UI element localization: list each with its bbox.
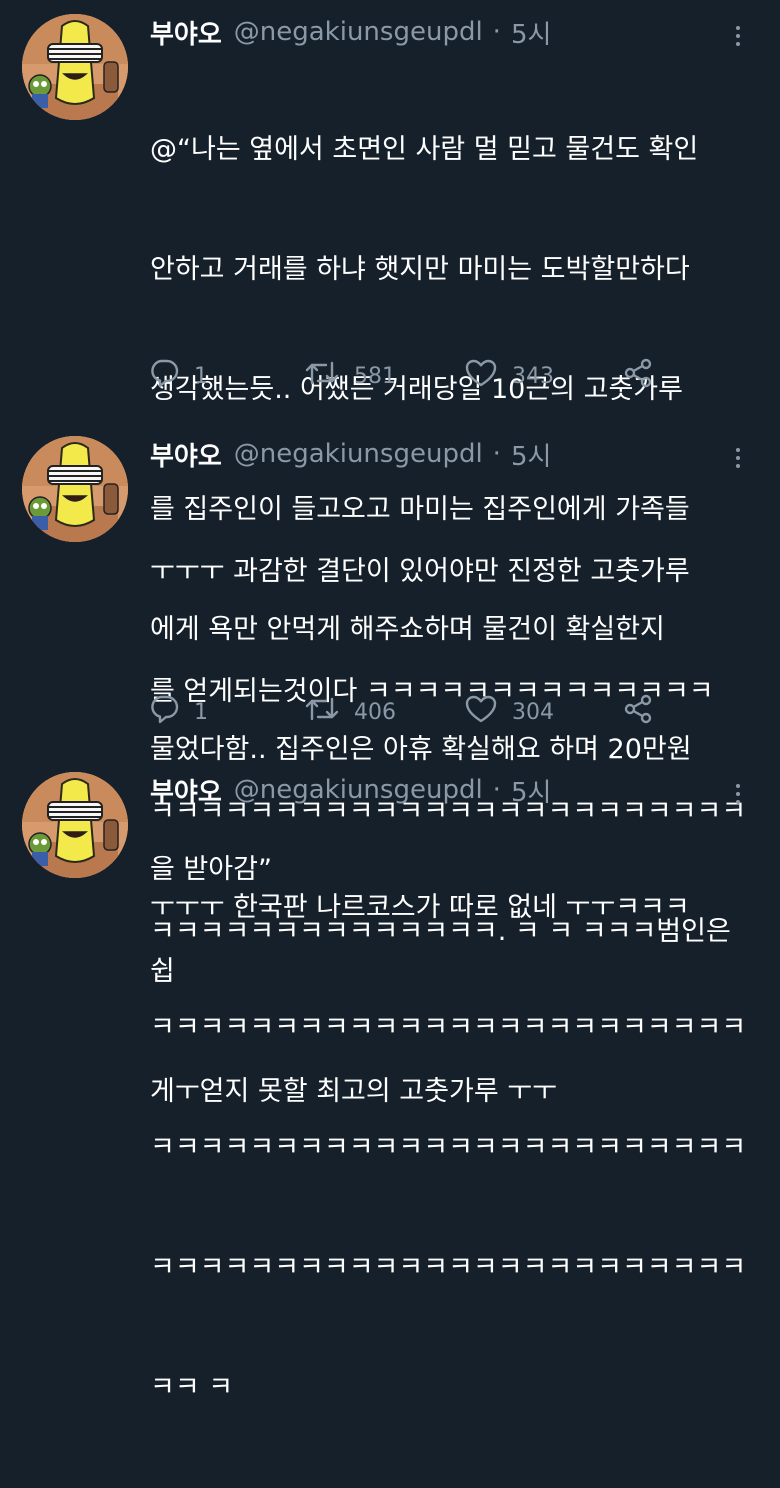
tweet-text-line: 안하고 거래를 하냐 햇지만 마미는 도박할만하다: [150, 254, 690, 285]
retweet-count: 406: [354, 699, 396, 725]
like-icon: [464, 693, 512, 731]
tweet-text-line: ㅜㅜㅜ 과감한 결단이 있어야만 진정한 고춧가루: [150, 556, 690, 587]
tweet-header: 부야오 @negakiunsgeupdl · 5시: [150, 10, 551, 54]
display-name[interactable]: 부야오: [150, 436, 222, 473]
share-button[interactable]: [622, 356, 668, 396]
like-count: 304: [512, 699, 554, 725]
retweet-count: 581: [354, 363, 396, 389]
retweet-button[interactable]: 581: [304, 356, 396, 396]
display-name[interactable]: 부야오: [150, 772, 222, 809]
tweet-text-line: ㅋㅋㅋㅋㅋㅋㅋㅋㅋㅋㅋㅋㅋㅋㅋㅋㅋㅋㅋㅋㅋㅋㅋㅋ: [150, 1252, 747, 1283]
share-button[interactable]: [622, 692, 668, 732]
separator-dot: ·: [492, 17, 501, 47]
avatar[interactable]: [22, 14, 128, 120]
tweet-text: ㅜㅜㅜ 한국판 나르코스가 따로 없네 ㅜㅜㅋㅋㅋ ㅋㅋㅋㅋㅋㅋㅋㅋㅋㅋㅋㅋㅋㅋ…: [150, 808, 760, 1488]
like-icon: [464, 357, 512, 395]
reply-count: 1: [194, 699, 208, 725]
more-icon[interactable]: [720, 440, 756, 476]
reply-icon: [148, 357, 194, 395]
timestamp[interactable]: 5시: [511, 14, 551, 51]
like-count: 343: [512, 363, 554, 389]
tweet-text-line: ㅋㅋㅋㅋㅋㅋㅋㅋㅋㅋㅋㅋㅋㅋㅋㅋㅋㅋㅋㅋㅋㅋㅋㅋ: [150, 1132, 747, 1163]
tweet-text-line: ㅜㅜㅜ 한국판 나르코스가 따로 없네 ㅜㅜㅋㅋㅋ: [150, 892, 690, 923]
share-icon: [622, 357, 668, 395]
avatar[interactable]: [22, 772, 128, 878]
action-bar: 1 406 304: [148, 692, 668, 732]
reply-button[interactable]: 1: [148, 356, 208, 396]
timestamp[interactable]: 5시: [511, 436, 551, 473]
tweet-text-line: ㅋㅋㅋㅋㅋㅋㅋㅋㅋㅋㅋㅋㅋㅋㅋㅋㅋㅋㅋㅋㅋㅋㅋㅋ: [150, 1012, 747, 1043]
user-handle[interactable]: @negakiunsgeupdl: [234, 17, 483, 47]
timestamp[interactable]: 5시: [511, 772, 551, 809]
more-icon[interactable]: [720, 18, 756, 54]
reply-button[interactable]: 1: [148, 692, 208, 732]
separator-dot: ·: [492, 775, 501, 805]
user-handle[interactable]: @negakiunsgeupdl: [234, 775, 483, 805]
like-button[interactable]: 304: [464, 692, 554, 732]
like-button[interactable]: 343: [464, 356, 554, 396]
retweet-icon: [304, 357, 354, 395]
action-bar: 1 581 343: [148, 356, 668, 396]
display-name[interactable]: 부야오: [150, 14, 222, 51]
tweet-text-line: @“나는 옆에서 초면인 사람 멀 믿고 물건도 확인: [150, 134, 699, 165]
reply-count: 1: [194, 363, 208, 389]
reply-icon: [148, 693, 194, 731]
tweet-header: 부야오 @negakiunsgeupdl · 5시: [150, 768, 551, 812]
user-handle[interactable]: @negakiunsgeupdl: [234, 439, 483, 469]
avatar[interactable]: [22, 436, 128, 542]
retweet-button[interactable]: 406: [304, 692, 396, 732]
more-icon[interactable]: [720, 776, 756, 812]
separator-dot: ·: [492, 439, 501, 469]
retweet-icon: [304, 693, 354, 731]
tweet-header: 부야오 @negakiunsgeupdl · 5시: [150, 432, 551, 476]
tweet-text-line: ㅋㅋ ㅋ: [150, 1372, 234, 1403]
share-icon: [622, 693, 668, 731]
